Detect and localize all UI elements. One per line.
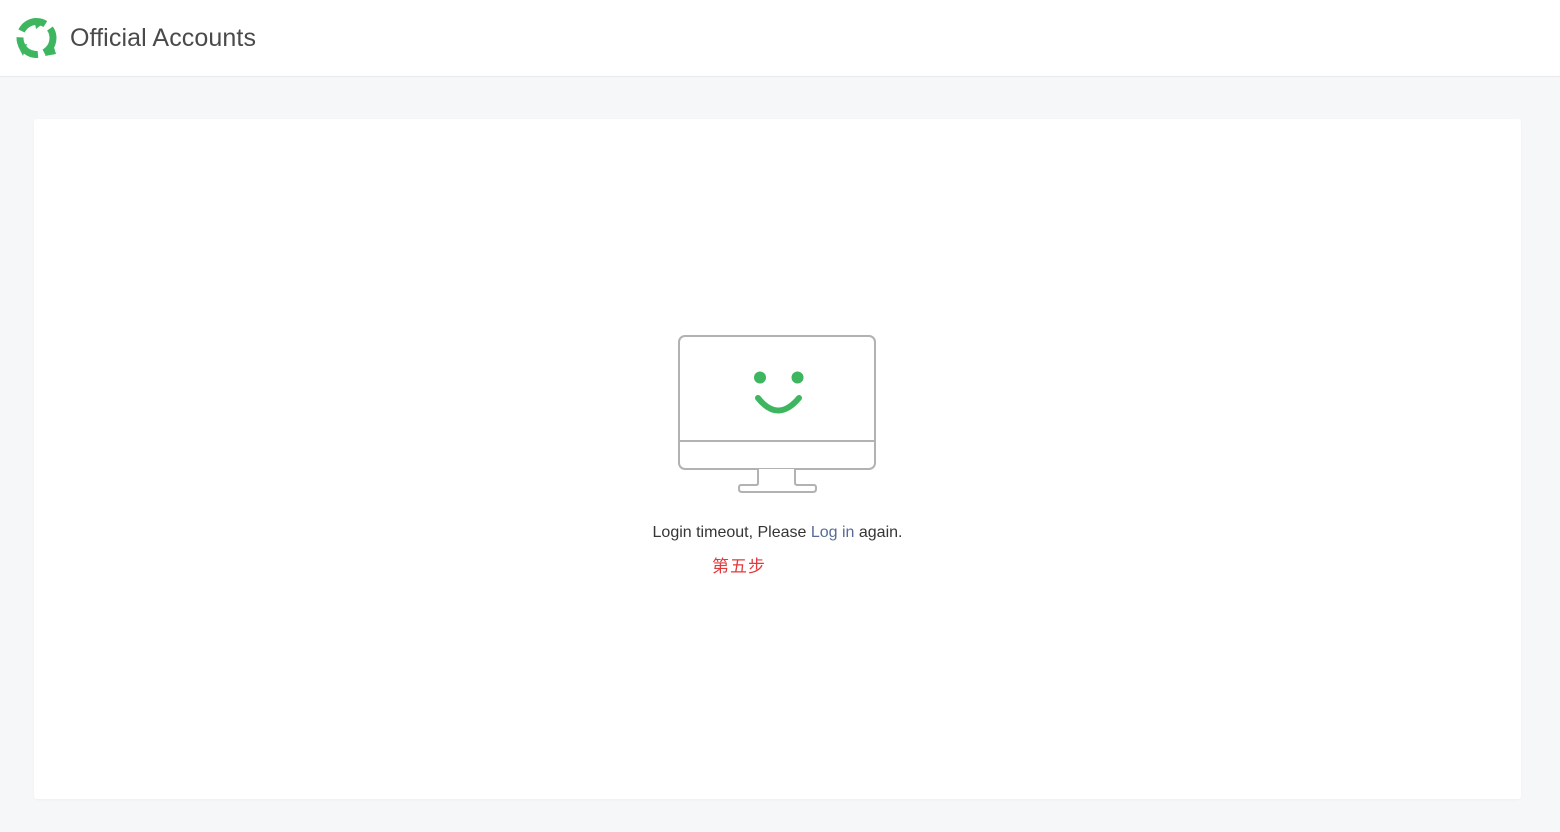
message-suffix: again.: [854, 524, 903, 541]
brand[interactable]: Official Accounts: [15, 17, 256, 59]
top-header: Official Accounts: [0, 0, 1560, 77]
smiling-monitor-icon: [678, 335, 876, 493]
log-in-link[interactable]: Log in: [811, 524, 855, 541]
official-accounts-logo-icon: [16, 18, 57, 58]
login-timeout-message: Login timeout, Please Log in again.: [34, 523, 1521, 543]
message-prefix: Login timeout, Please: [652, 524, 811, 541]
step-annotation: 第五步: [712, 557, 766, 577]
brand-title: Official Accounts: [70, 24, 257, 52]
content-card: Login timeout, Please Log in again. 第五步: [34, 119, 1521, 799]
